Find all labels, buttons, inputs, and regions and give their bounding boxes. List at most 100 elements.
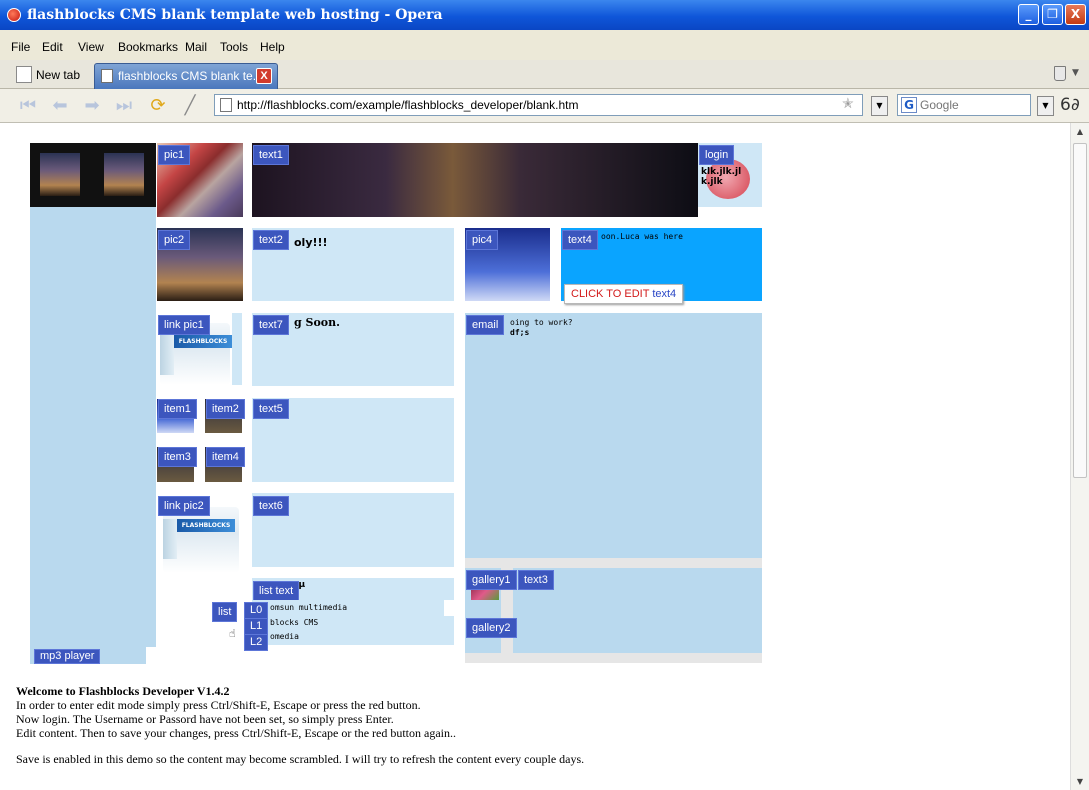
- welcome-section: Welcome to Flashblocks Developer V1.4.2 …: [16, 684, 584, 766]
- item3-edit-button[interactable]: item3: [158, 447, 197, 467]
- scroll-up-icon[interactable]: ▲: [1071, 123, 1089, 140]
- link-pic2-image: FLASHBLOCKS: [163, 507, 239, 573]
- text7-body: g Soon.: [294, 316, 340, 329]
- welcome-line-2: Now login. The Username or Passord have …: [16, 712, 394, 726]
- text2-edit-button[interactable]: text2: [253, 230, 289, 250]
- welcome-line-4: Save is enabled in this demo so the cont…: [16, 752, 585, 766]
- list-item-0: omsun multimedia: [270, 603, 348, 612]
- tooltip-target: text4: [652, 288, 677, 300]
- close-tab-icon[interactable]: X: [256, 68, 272, 84]
- login-edit-button[interactable]: login: [699, 145, 735, 165]
- list-l0-button[interactable]: L0: [244, 602, 269, 619]
- email-edit-button[interactable]: email: [466, 315, 505, 335]
- text6-edit-button[interactable]: text6: [253, 496, 289, 516]
- pic2-edit-button[interactable]: pic2: [158, 230, 191, 250]
- mp3-player-edit-button[interactable]: mp3 player: [34, 649, 101, 664]
- page-viewport: pic1 text1 klk.jlk.jl k.jlk login pic2 o…: [0, 123, 1070, 790]
- bookmark-star-icon[interactable]: ✭: [842, 96, 854, 112]
- text1-banner: [252, 143, 698, 217]
- spacer-block: [232, 313, 242, 385]
- maximize-button[interactable]: ❐: [1042, 4, 1063, 25]
- welcome-line-1: In order to enter edit mode simply press…: [16, 698, 421, 712]
- link-pic1-edit-button[interactable]: link pic1: [158, 315, 210, 335]
- page-icon: [101, 69, 113, 83]
- menu-help[interactable]: Help: [260, 40, 285, 54]
- item1-edit-button[interactable]: item1: [158, 399, 197, 419]
- text1-edit-button[interactable]: text1: [253, 145, 289, 165]
- box-side: [163, 519, 177, 559]
- opera-icon: [7, 8, 21, 22]
- scroll-down-icon[interactable]: ▼: [1071, 773, 1089, 790]
- pic1-edit-button[interactable]: pic1: [158, 145, 191, 165]
- reload-icon[interactable]: ⟳: [146, 94, 170, 118]
- tab-bar: New tab flashblocks CMS blank te... X ▼: [0, 60, 1089, 89]
- search-input[interactable]: [920, 95, 1028, 115]
- list-edit-button[interactable]: list: [212, 602, 238, 622]
- thumbnail-image: [40, 153, 80, 196]
- pic4-edit-button[interactable]: pic4: [466, 230, 499, 250]
- text5-edit-button[interactable]: text5: [253, 399, 289, 419]
- flashblocks-logo: FLASHBLOCKS: [174, 335, 232, 348]
- google-icon[interactable]: G: [901, 97, 917, 113]
- trash-icon[interactable]: [1054, 66, 1066, 81]
- chevron-down-icon[interactable]: ▼: [1072, 68, 1079, 78]
- new-tab-button[interactable]: New tab: [16, 64, 84, 86]
- welcome-line-3: Edit content. Then to save your changes,…: [16, 726, 456, 740]
- text7-edit-button[interactable]: text7: [253, 315, 289, 335]
- login-text: klk.jlk.jl k.jlk: [701, 167, 742, 187]
- vertical-scrollbar[interactable]: ▲ ▼: [1070, 123, 1089, 790]
- window-title: flashblocks CMS blank template web hosti…: [27, 7, 443, 23]
- menu-bar: File Edit View Bookmarks Mail Tools Help: [0, 30, 1089, 60]
- address-dropdown-icon[interactable]: ▼: [871, 96, 888, 116]
- email-body-line1: oing to work?: [510, 318, 573, 327]
- welcome-heading: Welcome to Flashblocks Developer V1.4.2: [16, 684, 230, 698]
- list-l2-button[interactable]: L2: [244, 634, 269, 651]
- address-field[interactable]: http://flashblocks.com/example/flashbloc…: [214, 94, 863, 116]
- list-l1-button[interactable]: L1: [244, 618, 269, 635]
- text3-edit-button[interactable]: text3: [518, 570, 554, 590]
- text4-body: oon.Luca was here: [601, 232, 683, 241]
- tab-active[interactable]: flashblocks CMS blank te... X: [94, 63, 278, 89]
- forward-icon[interactable]: ➡: [80, 94, 104, 118]
- thumbnail-image: [104, 153, 144, 196]
- flashblocks-logo: FLASHBLOCKS: [177, 519, 235, 532]
- text4-edit-button[interactable]: text4: [562, 230, 598, 250]
- header-thumbnails: [30, 143, 156, 207]
- gallery2-edit-button[interactable]: gallery2: [466, 618, 517, 638]
- list-row: omsun multimedia: [252, 600, 444, 616]
- fast-forward-icon[interactable]: ⏭: [112, 94, 136, 118]
- new-page-icon: [16, 66, 32, 83]
- list-text-edit-button[interactable]: list text: [253, 581, 300, 601]
- menu-bookmarks[interactable]: Bookmarks: [118, 40, 178, 54]
- tab-active-label: flashblocks CMS blank te...: [118, 69, 263, 83]
- gallery1-edit-button[interactable]: gallery1: [466, 570, 517, 590]
- search-field[interactable]: G: [897, 94, 1031, 116]
- menu-edit[interactable]: Edit: [42, 40, 63, 54]
- search-dropdown-icon[interactable]: ▼: [1037, 96, 1054, 116]
- menu-view[interactable]: View: [78, 40, 104, 54]
- address-toolbar: ⏮ ⬅ ➡ ⏭ ⟳ ╱ http://flashblocks.com/examp…: [0, 89, 1089, 123]
- title-bar: flashblocks CMS blank template web hosti…: [0, 0, 1089, 30]
- link-pic2-edit-button[interactable]: link pic2: [158, 496, 210, 516]
- voice-icon[interactable]: 6∂: [1060, 95, 1080, 115]
- list-row: omedia: [252, 630, 454, 645]
- list-item-2: omedia: [270, 632, 299, 641]
- back-icon[interactable]: ⬅: [48, 94, 72, 118]
- item2-edit-button[interactable]: item2: [206, 399, 245, 419]
- text2-body: oly!!!: [294, 236, 328, 249]
- cursor-hand-icon: ☝: [229, 627, 236, 640]
- menu-mail[interactable]: Mail: [185, 40, 207, 54]
- rewind-icon[interactable]: ⏮: [16, 94, 40, 118]
- menu-tools[interactable]: Tools: [220, 40, 248, 54]
- item4-edit-button[interactable]: item4: [206, 447, 245, 467]
- email-block: oing to work? df;s: [465, 313, 762, 558]
- close-window-button[interactable]: X: [1065, 4, 1086, 25]
- edit-page-icon[interactable]: ╱: [178, 94, 202, 118]
- list-row: blocks CMS: [252, 616, 454, 630]
- list-item-1: blocks CMS: [270, 618, 319, 627]
- scroll-thumb[interactable]: [1073, 143, 1087, 478]
- menu-file[interactable]: File: [11, 40, 30, 54]
- new-tab-label: New tab: [36, 68, 81, 82]
- url-text[interactable]: http://flashblocks.com/example/flashbloc…: [237, 98, 579, 112]
- minimize-button[interactable]: _: [1018, 4, 1039, 25]
